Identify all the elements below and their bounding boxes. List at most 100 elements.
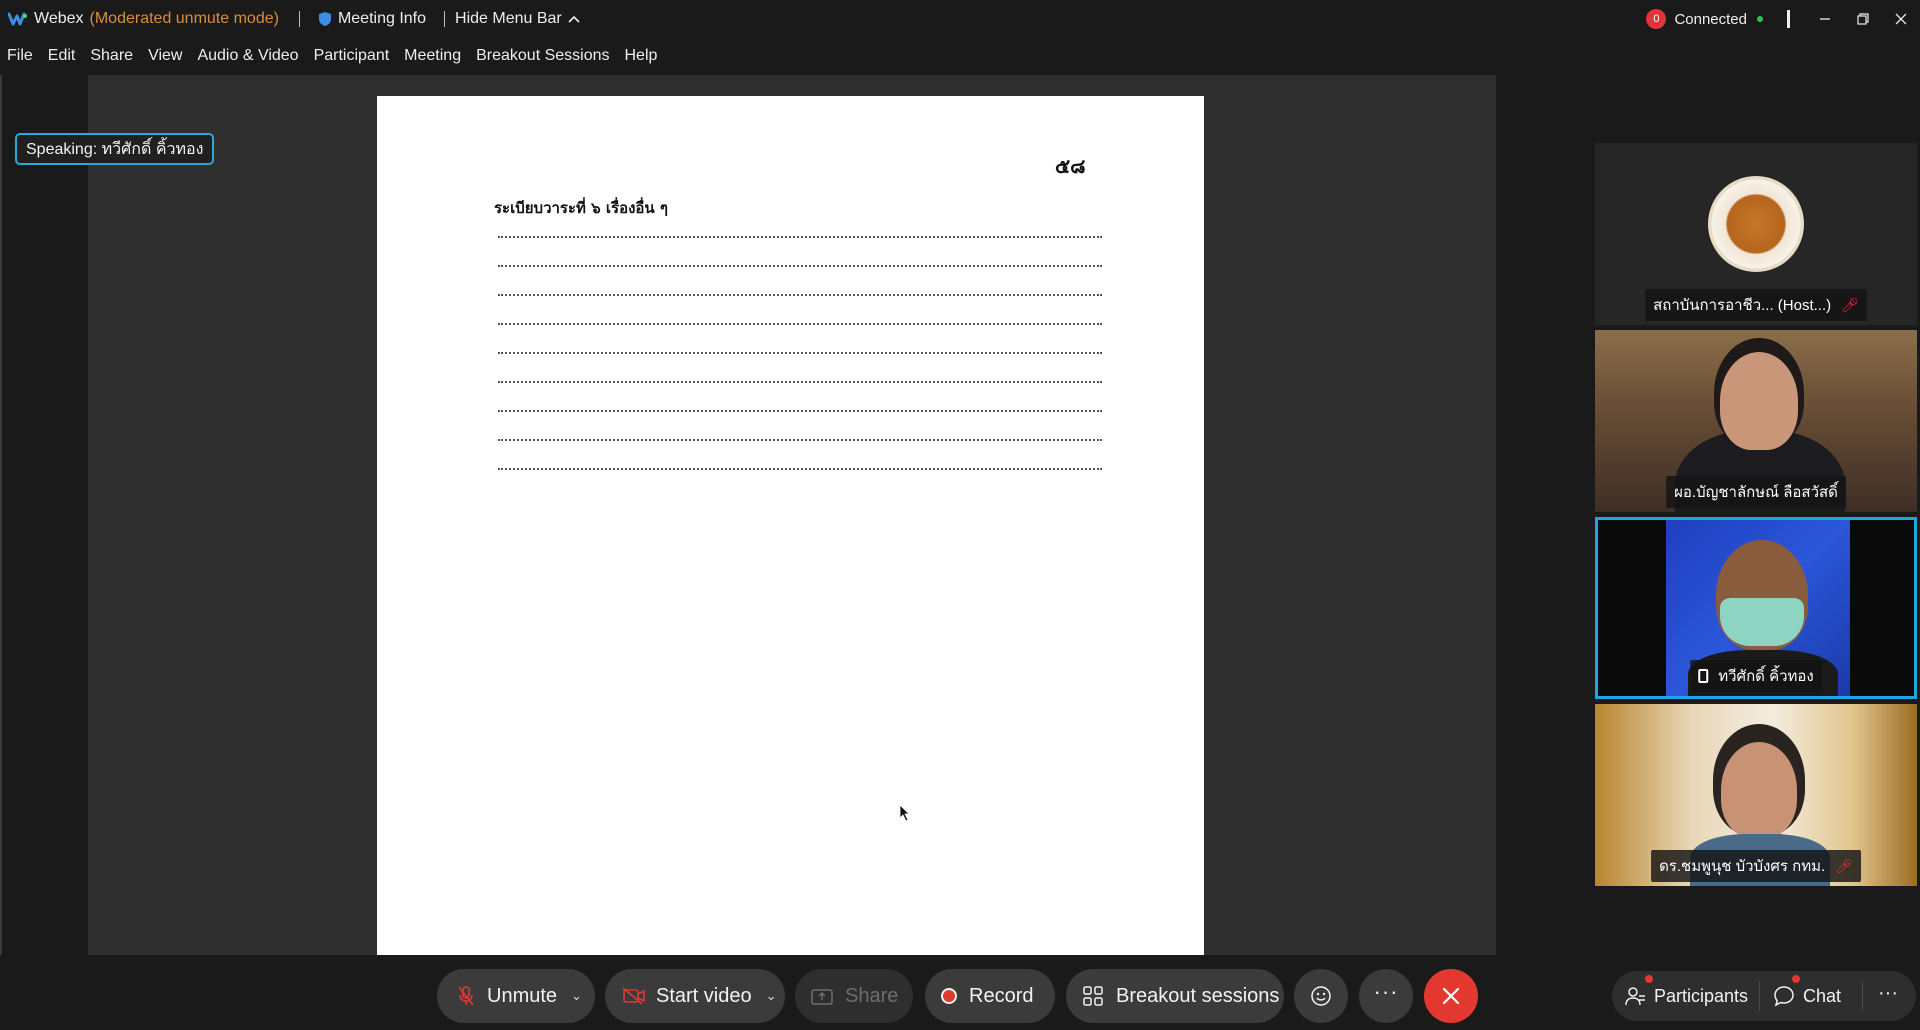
breakout-icon: [1083, 986, 1103, 1006]
app-name: Webex: [34, 10, 84, 27]
divider: [298, 11, 300, 27]
meeting-mode: (Moderated unmute mode): [89, 10, 279, 27]
participant-name-tag: ดร.ชมพูนุช บัวบังศร กทม. 🎤︎: [1651, 850, 1861, 882]
close-window-button[interactable]: [1882, 0, 1920, 38]
divider: [1862, 981, 1863, 1011]
participant-face: [1720, 352, 1798, 450]
dotted-line: [498, 294, 1102, 296]
participant-face: [1721, 742, 1797, 838]
restore-icon: [1857, 13, 1869, 25]
menu-view[interactable]: View: [148, 47, 182, 65]
participants-label: Participants: [1654, 985, 1749, 1006]
leave-meeting-button[interactable]: [1424, 969, 1478, 1023]
start-video-button[interactable]: Start video ⌄: [605, 969, 785, 1023]
active-speaker-label: Speaking: ทวีศักดิ์ คิ้วทอง: [15, 133, 215, 165]
minimize-button[interactable]: [1806, 0, 1844, 38]
record-button[interactable]: Record: [925, 969, 1055, 1023]
participant-name: ทวีศักดิ์ คิ้วทอง: [1718, 668, 1814, 685]
menu-file[interactable]: File: [7, 47, 33, 65]
webex-logo-icon: [8, 12, 28, 26]
participants-icon: [1625, 987, 1645, 1006]
dotted-line: [498, 323, 1102, 325]
share-icon: [811, 989, 833, 1005]
divider: [1759, 981, 1760, 1011]
connection-status: Connected: [1674, 10, 1747, 28]
reactions-button[interactable]: [1294, 969, 1348, 1023]
chat-label: Chat: [1803, 985, 1842, 1006]
chat-icon: [1774, 986, 1794, 1007]
divider: [1787, 10, 1790, 28]
participant-name-tag: สถาบันการอาชีว... (Host...) 🎤︎: [1645, 289, 1867, 321]
divider: [444, 11, 446, 27]
phone-icon: [1698, 669, 1709, 683]
participant-tile[interactable]: สถาบันการอาชีว... (Host...) 🎤︎: [1595, 143, 1917, 325]
unmute-label: Unmute: [487, 984, 558, 1007]
smiley-icon: [1311, 986, 1331, 1006]
more-icon: ···: [1878, 982, 1898, 1004]
chevron-down-icon[interactable]: ⌄: [571, 988, 582, 1004]
shared-document-page: ๕๘ ระเบียบวาระที่ ๖ เรื่องอื่น ๆ: [377, 96, 1204, 955]
hide-menu-bar-button[interactable]: Hide Menu Bar: [455, 10, 580, 28]
meeting-info-label: Meeting Info: [337, 10, 427, 27]
connected-indicator-icon: [1757, 16, 1763, 22]
meeting-info-button[interactable]: Meeting Info: [318, 10, 426, 28]
menu-participant[interactable]: Participant: [314, 47, 390, 65]
participant-name: ผอ.บัญชาลักษณ์ ลือสวัสดิ์: [1674, 484, 1838, 501]
mic-muted-icon: [458, 986, 474, 1006]
menu-audio-video[interactable]: Audio & Video: [197, 47, 298, 65]
participant-tile[interactable]: ผอ.บัญชาลักษณ์ ลือสวัสดิ์: [1595, 330, 1917, 512]
shared-content-area[interactable]: ๕๘ ระเบียบวาระที่ ๖ เรื่องอื่น ๆ: [88, 75, 1496, 955]
mouse-cursor-icon: [899, 804, 910, 822]
minimize-icon: [1820, 18, 1830, 20]
connection-count-badge[interactable]: 0: [1646, 9, 1667, 29]
restore-button[interactable]: [1844, 0, 1882, 38]
more-icon: ···: [1373, 979, 1399, 1004]
muted-mic-icon: 🎤︎: [1841, 296, 1859, 313]
menu-meeting[interactable]: Meeting: [404, 47, 461, 65]
hide-menu-bar-label: Hide Menu Bar: [455, 10, 562, 27]
organization-logo: [1708, 176, 1804, 272]
dotted-line: [498, 439, 1102, 441]
menu-help[interactable]: Help: [625, 47, 658, 65]
left-edge: [0, 75, 2, 955]
dotted-line: [498, 410, 1102, 412]
dotted-line: [498, 468, 1102, 470]
menu-share[interactable]: Share: [90, 47, 133, 65]
record-icon: [941, 988, 957, 1004]
chat-notification-dot: [1792, 975, 1800, 983]
agenda-heading: ระเบียบวาระที่ ๖ เรื่องอื่น ๆ: [494, 199, 668, 217]
chevron-down-icon[interactable]: ⌄: [766, 988, 777, 1004]
breakout-label: Breakout sessions: [1116, 984, 1280, 1007]
dotted-line: [498, 352, 1102, 354]
record-label: Record: [969, 984, 1034, 1007]
close-icon: [1895, 13, 1907, 25]
shield-icon: [318, 12, 331, 26]
participants-panel-button[interactable]: Participants: [1624, 971, 1748, 1021]
chat-panel-button[interactable]: Chat: [1773, 971, 1841, 1021]
dotted-line: [498, 381, 1102, 383]
participant-tile-active[interactable]: ทวีศักดิ์ คิ้วทอง: [1595, 517, 1917, 699]
start-video-label: Start video: [656, 984, 752, 1007]
menu-breakout-sessions[interactable]: Breakout Sessions: [476, 47, 609, 65]
unmute-button[interactable]: Unmute ⌄: [437, 969, 595, 1023]
meeting-controls-bar: Unmute ⌄ Start video ⌄ Share Record Brea…: [0, 955, 1920, 1030]
menu-bar: File Edit Share View Audio & Video Parti…: [0, 38, 1920, 74]
menu-edit[interactable]: Edit: [48, 47, 76, 65]
share-button[interactable]: Share: [795, 969, 913, 1023]
dotted-line: [498, 236, 1102, 238]
participant-tile[interactable]: ดร.ชมพูนุช บัวบังศร กทม. 🎤︎: [1595, 704, 1917, 886]
dotted-line: [498, 265, 1102, 267]
participant-name: ดร.ชมพูนุช บัวบังศร กทม.: [1659, 858, 1826, 875]
more-options-button[interactable]: ···: [1359, 969, 1413, 1023]
participant-name-tag: ผอ.บัญชาลักษณ์ ลือสวัสดิ์: [1666, 476, 1846, 508]
share-label: Share: [845, 984, 899, 1007]
participant-name-tag: ทวีศักดิ์ คิ้วทอง: [1690, 660, 1822, 692]
muted-mic-icon: 🎤︎: [1835, 857, 1853, 874]
breakout-sessions-button[interactable]: Breakout sessions: [1066, 969, 1284, 1023]
title-bar: Webex (Moderated unmute mode) Meeting In…: [0, 0, 1920, 38]
face-mask: [1720, 598, 1804, 646]
chevron-up-icon: [568, 15, 580, 23]
participant-name: สถาบันการอาชีว... (Host...): [1653, 297, 1832, 314]
close-icon: [1442, 987, 1460, 1005]
panel-more-button[interactable]: ···: [1868, 971, 1908, 1021]
